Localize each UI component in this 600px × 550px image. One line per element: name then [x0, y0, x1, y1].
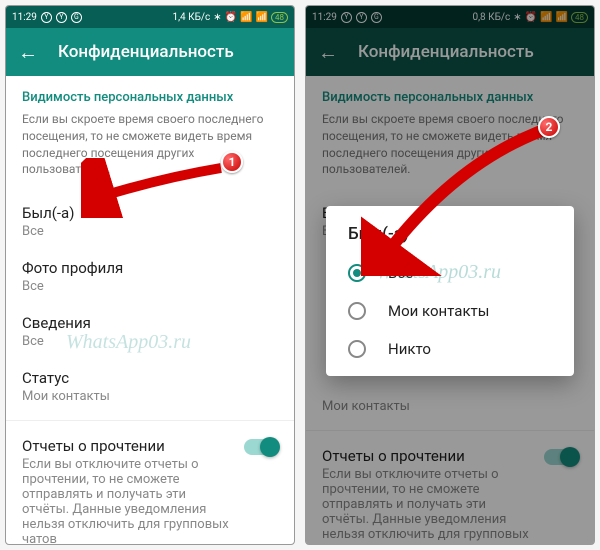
- dialog-last-seen: Был(-а) Все Мои контакты Никто: [326, 206, 574, 376]
- toggle-switch[interactable]: [244, 439, 278, 455]
- signal-icon: 📶: [240, 12, 252, 23]
- setting-value: Мои контакты: [22, 389, 278, 404]
- content-area: Видимость персональных данных Если вы ск…: [6, 76, 294, 544]
- app-bar: ← Конфиденциальность: [6, 28, 294, 76]
- setting-label: Был(-а): [22, 204, 278, 222]
- setting-label: Сведения: [22, 314, 278, 332]
- setting-value: Все: [22, 224, 278, 239]
- divider: [6, 420, 294, 421]
- radio-label: Никто: [388, 340, 431, 358]
- radio-option-everyone[interactable]: Все: [326, 254, 574, 292]
- setting-read-receipts[interactable]: Отчеты о прочтении Если вы отключите отч…: [22, 427, 278, 544]
- step-badge: 1: [221, 151, 243, 173]
- section-title: Видимость персональных данных: [22, 90, 278, 105]
- alarm-icon: ⏰: [225, 12, 237, 23]
- back-icon[interactable]: ←: [18, 40, 38, 65]
- radio-label: Мои контакты: [388, 302, 489, 320]
- radio-icon: [348, 340, 366, 358]
- setting-label: Фото профиля: [22, 259, 278, 277]
- page-title: Конфиденциальность: [58, 42, 234, 62]
- setting-value: Все: [22, 334, 278, 349]
- wifi-icon: 📶: [256, 12, 268, 23]
- screenshot-right: 11:29 Y Y G 0,8 КБ/с ∗ ⏰ 📶 📶 48 ← Конфид…: [305, 5, 595, 545]
- setting-profile-photo[interactable]: Фото профиля Все: [22, 249, 278, 304]
- setting-status[interactable]: Статус Мои контакты: [22, 359, 278, 414]
- bluetooth-icon: ∗: [213, 12, 221, 23]
- battery-icon: 48: [271, 12, 288, 23]
- status-icon: G: [71, 12, 82, 23]
- step-badge: 2: [538, 116, 560, 138]
- screenshot-left: 11:29 Y Y G 1,4 КБ/с ∗ ⏰ 📶 📶 48 ← Конфид…: [5, 5, 295, 545]
- setting-label: Статус: [22, 369, 278, 387]
- status-time: 11:29: [12, 12, 37, 23]
- radio-option-contacts[interactable]: Мои контакты: [326, 292, 574, 330]
- radio-option-nobody[interactable]: Никто: [326, 330, 574, 368]
- status-net: 1,4 КБ/с: [172, 12, 210, 23]
- status-icon: Y: [41, 12, 52, 23]
- radio-icon: [348, 302, 366, 320]
- status-bar: 11:29 Y Y G 1,4 КБ/с ∗ ⏰ 📶 📶 48: [6, 6, 294, 28]
- setting-desc: Если вы отключите отчеты о прочтении, то…: [22, 457, 234, 544]
- radio-icon: [348, 264, 366, 282]
- setting-value: Все: [22, 279, 278, 294]
- dialog-title: Был(-а): [326, 224, 574, 254]
- setting-about[interactable]: Сведения Все: [22, 304, 278, 359]
- setting-label: Отчеты о прочтении: [22, 437, 234, 455]
- status-icon: Y: [56, 12, 67, 23]
- setting-last-seen[interactable]: Был(-а) Все: [22, 194, 278, 249]
- radio-label: Все: [388, 264, 413, 282]
